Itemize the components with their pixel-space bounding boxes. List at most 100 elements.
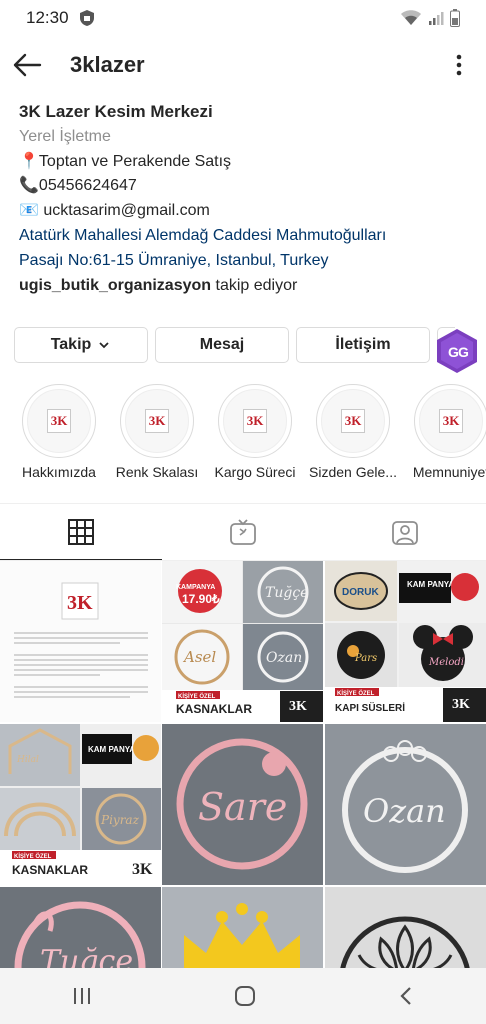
- follow-button[interactable]: Takip: [14, 327, 148, 363]
- game-guardian-floating-icon[interactable]: G G: [433, 327, 481, 375]
- highlight-label: Renk Skalası: [115, 464, 199, 480]
- post-kapi-susleri-collage: DORUK KAM PANYA Pars Melodi KİŞİYE ÖZEL …: [325, 561, 486, 722]
- top-bar: 3klazer: [0, 36, 486, 94]
- bio-line-phone: 📞05456624647: [19, 177, 137, 195]
- home-icon[interactable]: [233, 984, 257, 1008]
- contact-button-label: İletişim: [335, 336, 391, 353]
- svg-text:3K: 3K: [67, 592, 93, 614]
- more-options-icon[interactable]: [444, 54, 474, 76]
- campaign-word: KAM PANYA: [88, 745, 135, 754]
- highlight-label: Kargo Süreci: [214, 464, 296, 480]
- product-name: Tuğçe: [40, 944, 133, 971]
- signal-icon: [429, 12, 444, 25]
- post-tile[interactable]: [325, 887, 486, 971]
- post-tile[interactable]: Tuğçe: [0, 887, 161, 971]
- post-tile[interactable]: 3K: [0, 561, 161, 722]
- post-tile[interactable]: KAMPANYA 17.90₺ Tuğçe Asel Ozan KİŞİYE Ö…: [162, 561, 323, 722]
- svg-text:3K: 3K: [289, 699, 307, 714]
- product-name: Ozan: [363, 792, 446, 830]
- post-tile[interactable]: Ozan: [325, 724, 486, 885]
- brand-logo-icon: 3K: [341, 409, 365, 433]
- post-tile[interactable]: [162, 887, 323, 971]
- tab-tagged[interactable]: [324, 504, 486, 560]
- post-title: KASNAKLAR: [176, 702, 252, 716]
- address-line-1[interactable]: Atatürk Mahallesi Alemdağ Caddesi Mahmut…: [19, 224, 469, 249]
- contact-button[interactable]: İletişim: [296, 327, 430, 363]
- svg-text:3K: 3K: [132, 861, 153, 878]
- profile-tabs: [0, 504, 486, 560]
- svg-text:G: G: [458, 344, 469, 360]
- story-highlights: 3K Hakkımızda 3K Renk Skalası 3K Kargo S…: [0, 384, 486, 484]
- back-icon[interactable]: [396, 985, 416, 1007]
- address-line-2[interactable]: Pasajı No:61-15 Ümraniye, Istanbul, Turk…: [19, 249, 469, 274]
- product-name: DORUK: [342, 587, 379, 598]
- highlight-ring: 3K: [218, 384, 292, 458]
- back-arrow-icon[interactable]: [12, 53, 42, 77]
- highlight-renk-skalasi[interactable]: 3K Renk Skalası: [108, 384, 206, 484]
- profile-username: 3klazer: [70, 52, 145, 77]
- post-tile[interactable]: Hilal KAM PANYA Piyraz KİŞİYE ÖZEL KASNA…: [0, 724, 161, 885]
- brand-logo-icon: 3K: [145, 409, 169, 433]
- post-sare-ring: Sare: [162, 724, 323, 885]
- highlight-hakkimizda[interactable]: 3K Hakkımızda: [10, 384, 108, 484]
- post-yellow-crown: [162, 887, 323, 971]
- post-tugce-pink: Tuğçe: [0, 887, 161, 971]
- grid-icon: [68, 518, 94, 545]
- highlight-ring: 3K: [316, 384, 390, 458]
- system-navigation-bar: [0, 968, 486, 1024]
- profile-bio: 3K Lazer Kesim Merkezi Yerel İşletme 📍To…: [19, 100, 469, 298]
- profile-actions: Takip Mesaj İletişim: [14, 327, 486, 363]
- product-name: Melodi: [428, 657, 464, 668]
- brand-logo-icon: 3K: [47, 409, 71, 433]
- bio-line-sales: 📍Toptan ve Perakende Satış: [19, 152, 232, 170]
- product-name: Asel: [182, 648, 216, 666]
- battery-icon: [450, 9, 460, 27]
- bio-line-email: 📧 ucktasarim@gmail.com: [19, 202, 210, 220]
- post-tile[interactable]: DORUK KAM PANYA Pars Melodi KİŞİYE ÖZEL …: [325, 561, 486, 722]
- message-button-label: Mesaj: [199, 336, 245, 353]
- brand-logo-icon: 3K: [439, 409, 463, 433]
- highlight-ring: 3K: [414, 384, 486, 458]
- followed-by-user[interactable]: ugis_butik_organizasyon: [19, 277, 211, 294]
- product-name: Tuğçe: [265, 585, 308, 601]
- post-title: KASNAKLAR: [12, 863, 88, 877]
- followed-by[interactable]: ugis_butik_organizasyon takip ediyor: [19, 274, 469, 299]
- tab-igtv[interactable]: [162, 504, 324, 560]
- product-name: Ozan: [266, 650, 302, 666]
- post-wood-kasnaklar-collage: Hilal KAM PANYA Piyraz KİŞİYE ÖZEL KASNA…: [0, 724, 161, 885]
- highlight-ring: 3K: [120, 384, 194, 458]
- profile-name: 3K Lazer Kesim Merkezi: [19, 102, 213, 121]
- highlight-cover: 3K: [321, 389, 385, 453]
- highlight-memnuniyet[interactable]: 3K Memnuniyet: [402, 384, 486, 484]
- brand-logo-icon: 3K: [243, 409, 267, 433]
- post-tile[interactable]: Sare: [162, 724, 323, 885]
- tab-posts-grid[interactable]: [0, 504, 162, 560]
- highlight-cover: 3K: [27, 389, 91, 453]
- highlight-label: Memnuniyet: [412, 464, 486, 480]
- recent-apps-icon[interactable]: [70, 985, 94, 1007]
- highlight-cover: 3K: [223, 389, 287, 453]
- follow-button-label: Takip: [50, 336, 92, 353]
- campaign-price: 17.90₺: [182, 592, 220, 606]
- wifi-icon: [401, 10, 421, 25]
- product-name: Piyraz: [100, 813, 140, 827]
- followed-by-suffix: takip ediyor: [211, 276, 298, 294]
- highlight-sizden-gelenler[interactable]: 3K Sizden Gele...: [304, 384, 402, 484]
- highlight-cover: 3K: [419, 389, 483, 453]
- post-badge: KİŞİYE ÖZEL: [337, 690, 375, 697]
- campaign-word: KAMPANYA: [176, 584, 215, 591]
- product-name: Pars: [354, 653, 377, 664]
- posts-grid: 3K KAMPANYA 17.90₺ Tuğçe Asel Ozan KİŞİY…: [0, 561, 486, 971]
- post-about-document: 3K: [0, 561, 161, 722]
- svg-text:3K: 3K: [452, 697, 470, 712]
- highlight-kargo-sureci[interactable]: 3K Kargo Süreci: [206, 384, 304, 484]
- igtv-icon: [230, 519, 256, 545]
- status-time: 12:30: [26, 8, 69, 27]
- post-title: KAPI SÜSLERİ: [335, 701, 405, 714]
- vpn-shield-icon: [79, 10, 94, 26]
- product-name: Sare: [198, 785, 287, 829]
- status-bar: 12:30: [0, 0, 486, 36]
- post-dark-mandala: [325, 887, 486, 971]
- message-button[interactable]: Mesaj: [155, 327, 289, 363]
- highlight-cover: 3K: [125, 389, 189, 453]
